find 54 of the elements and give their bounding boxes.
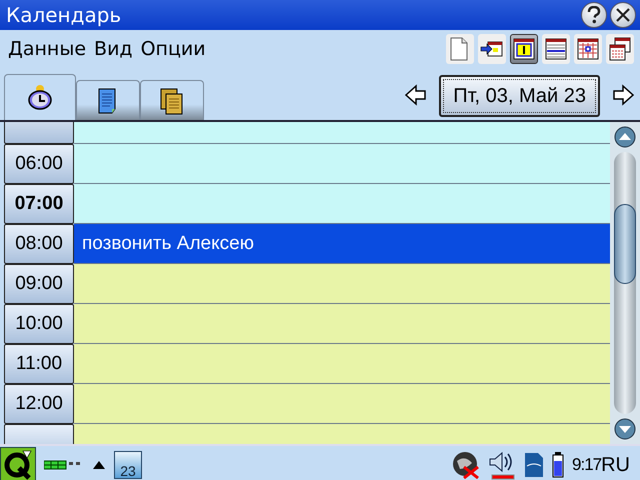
time-cell: 07:00 xyxy=(4,184,74,224)
help-icon xyxy=(587,6,601,24)
time-cell: 10:00 xyxy=(4,304,74,344)
time-cell: 08:00 xyxy=(4,224,74,264)
battery-icon[interactable] xyxy=(552,452,564,478)
close-button[interactable] xyxy=(610,2,636,28)
time-slot[interactable] xyxy=(74,384,610,424)
menu-item[interactable]: Данные xyxy=(8,38,86,60)
menu-item[interactable]: Опции xyxy=(140,38,206,60)
time-slot[interactable] xyxy=(74,344,610,384)
keyboard-language[interactable]: RU xyxy=(601,454,630,476)
up-triangle-icon[interactable] xyxy=(92,460,106,470)
speaker-icon[interactable] xyxy=(488,450,516,480)
calendar-day-icon[interactable]: 23 xyxy=(114,451,142,479)
start-button[interactable] xyxy=(0,447,36,480)
import-button[interactable] xyxy=(478,34,506,64)
menu-item[interactable]: Вид xyxy=(94,38,133,60)
year-view-icon xyxy=(608,37,632,61)
time-cell: 06:00 xyxy=(4,144,74,184)
new-document-button[interactable] xyxy=(446,34,474,64)
time-slot[interactable] xyxy=(74,184,610,224)
help-button[interactable] xyxy=(581,2,607,28)
tab[interactable] xyxy=(4,74,76,120)
window-title: Календарь xyxy=(6,3,122,27)
network-disconnected-icon[interactable] xyxy=(452,451,480,479)
time-slot[interactable] xyxy=(74,144,610,184)
week-view-button[interactable] xyxy=(542,34,570,64)
calendar-event[interactable]: позвонить Алексею xyxy=(74,224,610,263)
sd-card-icon[interactable] xyxy=(524,452,544,478)
alarm-clock-icon xyxy=(26,84,54,112)
time-slot[interactable] xyxy=(74,264,610,304)
q-logo-icon xyxy=(3,450,33,480)
time-cell: 09:00 xyxy=(4,264,74,304)
date-button[interactable]: Пт, 03, Май 23 xyxy=(439,75,600,117)
scroll-up-icon[interactable] xyxy=(614,126,636,148)
time-cell: 12:00 xyxy=(4,384,74,424)
week-view-icon xyxy=(544,37,568,61)
scroll-thumb[interactable] xyxy=(614,204,636,284)
month-view-icon xyxy=(576,37,600,61)
month-view-button[interactable] xyxy=(574,34,602,64)
right-arrow-icon xyxy=(612,84,634,106)
left-arrow-icon xyxy=(405,84,428,106)
scroll-down-icon[interactable] xyxy=(614,418,636,440)
tab[interactable] xyxy=(76,80,140,120)
day-view-button[interactable] xyxy=(510,34,538,64)
day-view-icon xyxy=(512,37,536,61)
year-view-button[interactable] xyxy=(606,34,634,64)
scrollbar[interactable] xyxy=(610,122,640,444)
clock[interactable]: 9:17 xyxy=(572,455,602,475)
time-slot[interactable] xyxy=(74,304,610,344)
time-cell: 11:00 xyxy=(4,344,74,384)
tab[interactable] xyxy=(140,80,204,120)
previous-day-button[interactable] xyxy=(405,84,428,108)
close-icon xyxy=(616,8,630,22)
